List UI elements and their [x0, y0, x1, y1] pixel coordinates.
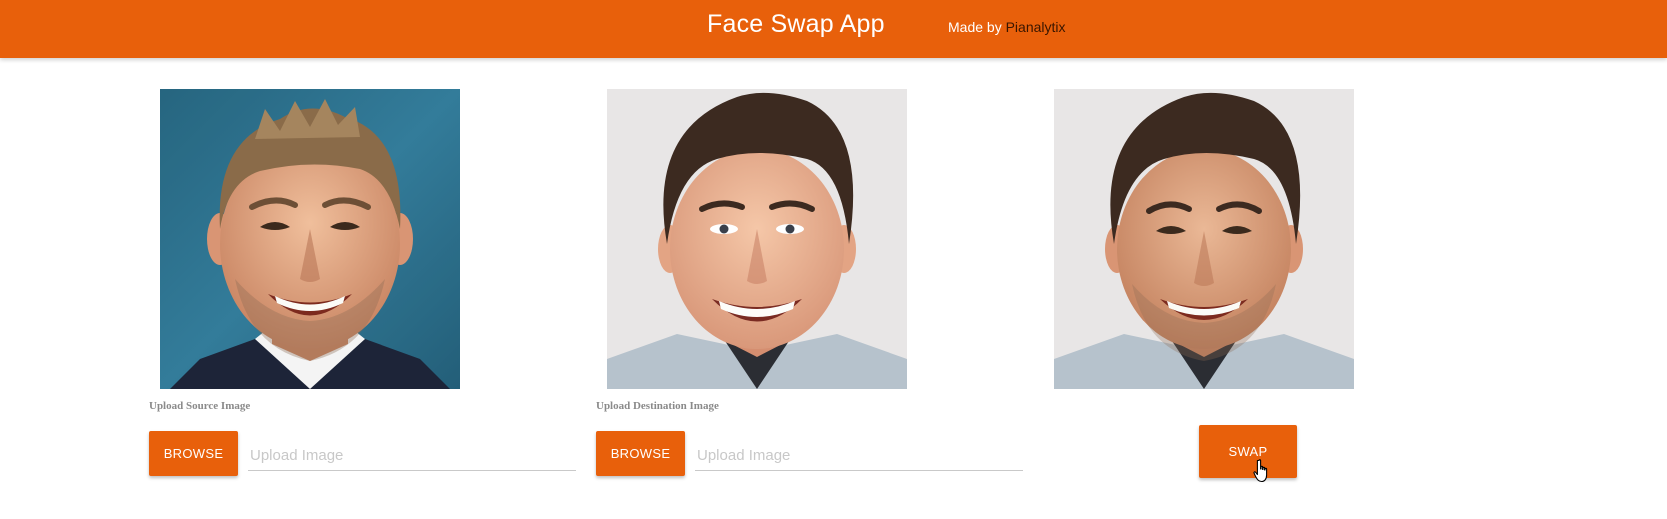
swap-button[interactable]: SWAP [1199, 425, 1297, 478]
source-image-preview [160, 89, 460, 389]
hand-pointer-cursor-icon [1253, 459, 1268, 483]
source-upload-label: Upload Source Image [149, 400, 251, 412]
destination-browse-button[interactable]: BROWSE [596, 431, 685, 476]
brand-link[interactable]: Pianalytix [1006, 19, 1066, 35]
destination-image-preview [607, 89, 907, 389]
source-browse-button[interactable]: BROWSE [149, 431, 238, 476]
result-image-preview [1054, 89, 1354, 389]
made-by-prefix: Made by [948, 19, 1006, 35]
destination-upload-input[interactable] [695, 440, 1023, 471]
made-by-credit: Made by Pianalytix [948, 19, 1066, 35]
app-title: Face Swap App [707, 10, 885, 38]
app-header: Face Swap App Made by Pianalytix [0, 0, 1667, 58]
destination-upload-label: Upload Destination Image [596, 400, 719, 412]
source-upload-input[interactable] [248, 440, 576, 471]
